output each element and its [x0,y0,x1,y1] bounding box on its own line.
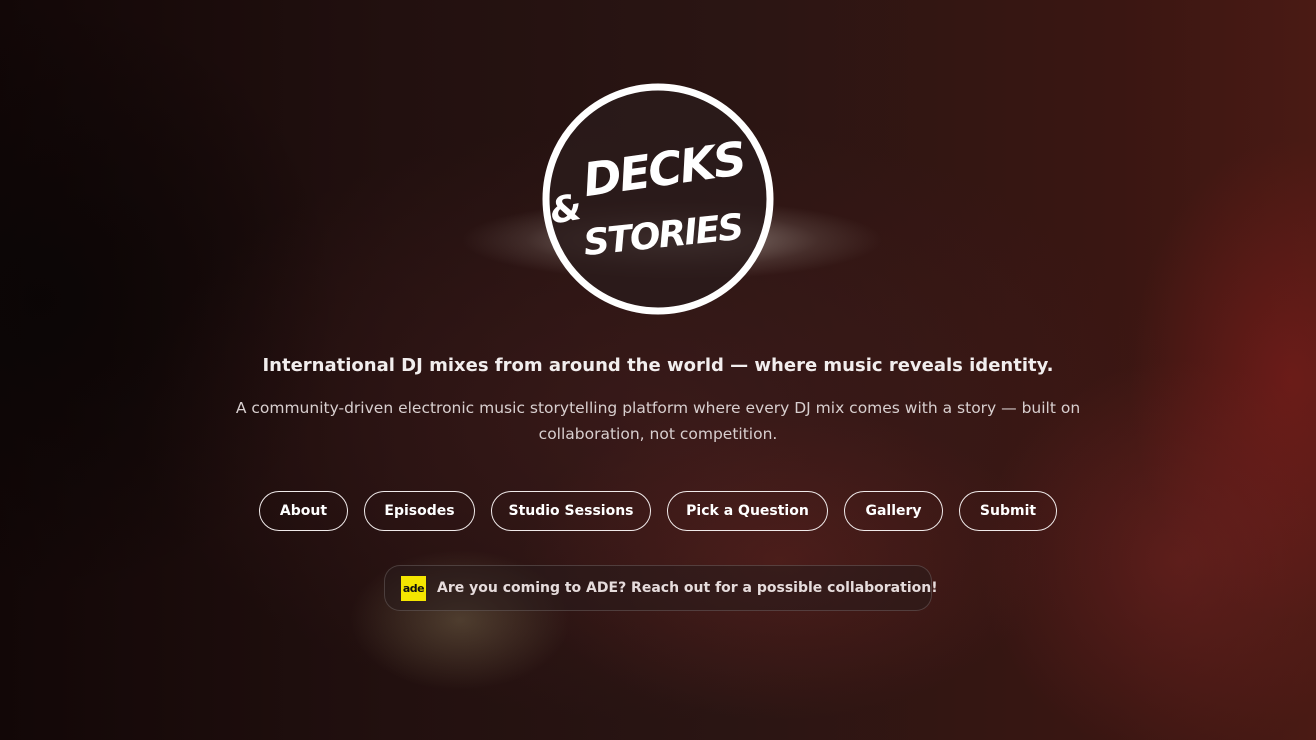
nav-studio-sessions-button[interactable]: Studio Sessions [491,491,651,531]
ade-banner-text: Are you coming to ADE? Reach out for a p… [437,580,938,596]
nav-episodes-button[interactable]: Episodes [364,491,475,531]
main-nav: About Episodes Studio Sessions Pick a Qu… [0,491,1316,533]
nav-gallery-button[interactable]: Gallery [844,491,943,531]
ade-collaboration-banner[interactable]: ade Are you coming to ADE? Reach out for… [384,565,938,611]
nav-submit-button[interactable]: Submit [959,491,1057,531]
ade-logo-icon: ade [401,575,426,601]
nav-about-button[interactable]: About [259,491,348,531]
hero-section: DECKS & STORIES International DJ mixes f… [0,0,1316,740]
nav-pick-a-question-button[interactable]: Pick a Question [667,491,828,531]
page-tagline: International DJ mixes from around the w… [262,355,1054,376]
decks-and-stories-logo: DECKS & STORIES [542,83,774,315]
page-description: A community-driven electronic music stor… [235,399,1081,443]
